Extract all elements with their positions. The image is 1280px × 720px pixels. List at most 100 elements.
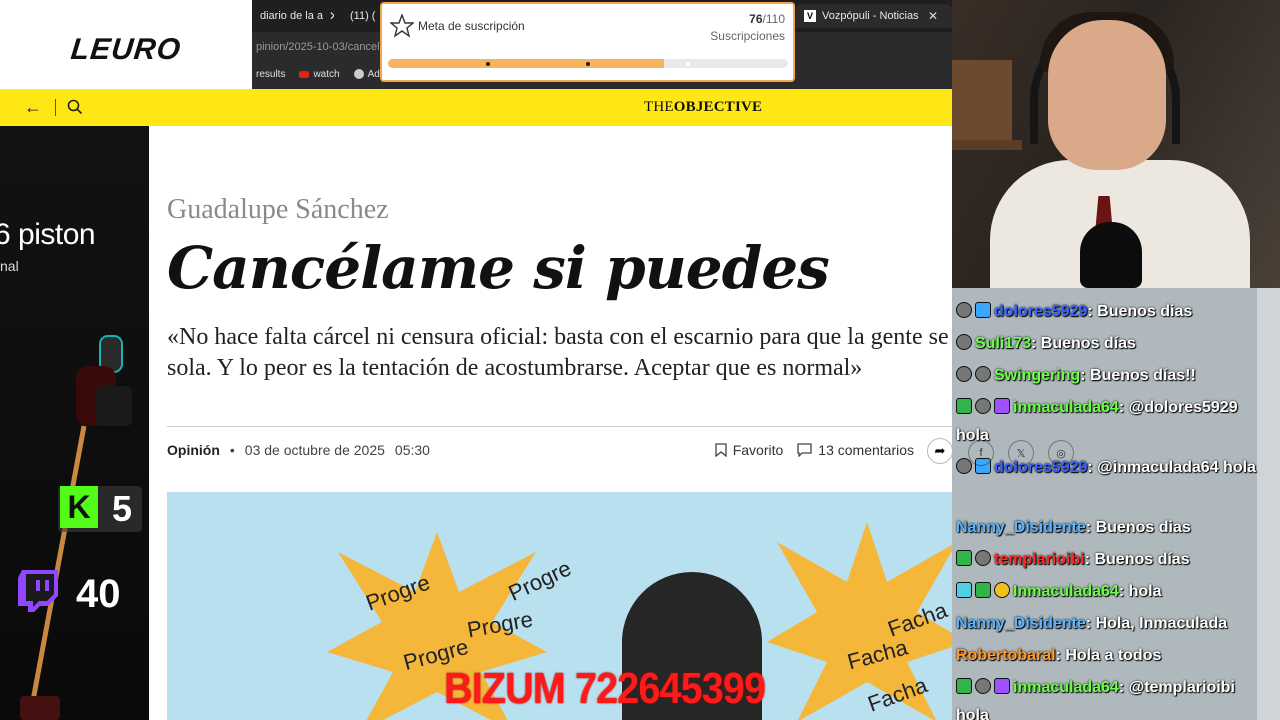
chat-text: : Buenos dias bbox=[1087, 303, 1193, 320]
comments-label: 13 comentarios bbox=[818, 442, 914, 458]
kick-icon: K bbox=[60, 486, 98, 528]
chat-message: Nanny_Disidente: Buenos dias bbox=[956, 514, 1266, 542]
ad-sub-text: nal bbox=[0, 258, 19, 274]
chat-username[interactable]: Nanny_Disidente bbox=[956, 519, 1086, 536]
chat-text: : Buenos días bbox=[1031, 335, 1136, 352]
youtube-icon bbox=[299, 70, 310, 78]
tab-label: (11) ( bbox=[350, 10, 376, 22]
meta-bullet: • bbox=[229, 442, 235, 458]
bookmark-label: watch bbox=[313, 68, 340, 80]
gold-badge-icon bbox=[994, 582, 1010, 598]
goal-milestone-marker bbox=[486, 62, 490, 66]
favorite-label: Favorito bbox=[732, 442, 784, 458]
search-icon[interactable] bbox=[66, 98, 84, 116]
sub-badge-icon bbox=[975, 398, 991, 414]
chat-text: : hola bbox=[1118, 583, 1162, 600]
sub-badge-icon bbox=[956, 334, 972, 350]
facebook-icon[interactable]: f bbox=[968, 440, 994, 466]
share-social-buttons: f 𝕏 ◎ bbox=[968, 440, 1074, 466]
chat-text: : Hola, Inmaculada bbox=[1085, 615, 1228, 632]
back-arrow-icon[interactable]: ← bbox=[24, 97, 42, 118]
article-headline: Cancélame si puedes bbox=[167, 234, 830, 302]
article-date: 03 de octubre de 2025 bbox=[244, 442, 385, 458]
chat-message: Suli173: Buenos días bbox=[956, 330, 1266, 358]
goal-milestone-marker bbox=[686, 62, 690, 66]
chat-text: : Buenos dias bbox=[1085, 519, 1191, 536]
stream-screen: diario de la a ✕ (11) ( V Vozpópuli - No… bbox=[0, 0, 1280, 720]
chat-message: Robertobaral: Hola a todos bbox=[956, 642, 1266, 670]
purple-badge-icon bbox=[994, 678, 1010, 694]
goal-current: 76 bbox=[749, 12, 763, 26]
chat-message: inmaculada64: @templarioibi hola bbox=[956, 674, 1266, 720]
chat-username[interactable]: dolores5929 bbox=[994, 303, 1087, 320]
chat-text: : Buenos días!! bbox=[1080, 367, 1196, 384]
chat-username[interactable]: Swingering bbox=[994, 367, 1080, 384]
chat-message: Swingering: Buenos días!! bbox=[956, 362, 1266, 390]
chat-username[interactable]: Inmaculada64 bbox=[1013, 583, 1119, 600]
sub-badge-icon bbox=[975, 550, 991, 566]
channel-logo-text: LEURO bbox=[69, 33, 183, 66]
chat-message: Nanny_Disidente: Hola, Inmaculada bbox=[956, 610, 1266, 638]
sub-badge-icon bbox=[975, 366, 991, 382]
brand-bold: OBJECTIVE bbox=[673, 99, 763, 115]
chat-username[interactable]: Robertobaral bbox=[956, 647, 1056, 664]
microphone bbox=[1080, 222, 1142, 288]
article-section[interactable]: Opinión bbox=[167, 442, 220, 458]
brand-prefix: THE bbox=[644, 99, 674, 115]
mod-badge-icon bbox=[956, 398, 972, 414]
close-tab-icon[interactable]: ✕ bbox=[928, 9, 938, 23]
channel-logo: LEURO bbox=[0, 0, 252, 100]
left-ad-banner[interactable]: 6 piston nal K 5 40 bbox=[0, 126, 149, 720]
chat-text: : Hola a todos bbox=[1055, 647, 1162, 664]
twitch-icon bbox=[18, 570, 58, 612]
bookmark-item[interactable]: results bbox=[256, 69, 285, 80]
browser-tab-active[interactable]: V Vozpópuli - Noticias de ú ✕ bbox=[796, 4, 952, 28]
article-time: 05:30 bbox=[394, 442, 430, 458]
mod-badge-icon bbox=[956, 678, 972, 694]
chat-username[interactable]: inmaculada64 bbox=[1013, 399, 1119, 416]
bookmark-label: results bbox=[256, 68, 286, 80]
tab-label: diario de la a bbox=[260, 10, 323, 22]
adobe-icon bbox=[353, 69, 364, 79]
ad-brand-text: 6 piston bbox=[0, 218, 96, 251]
favorite-button[interactable]: Favorito bbox=[715, 442, 784, 458]
chat-text: : @inmaculada64 hola bbox=[1087, 459, 1256, 476]
mod-badge-icon bbox=[975, 582, 991, 598]
chat-username[interactable]: templarioibi bbox=[994, 551, 1085, 568]
x-icon[interactable]: 𝕏 bbox=[1008, 440, 1034, 466]
chat-overlay: dolores5929: Buenos dias Suli173: Buenos … bbox=[952, 288, 1280, 720]
article-actions: Favorito 13 comentarios bbox=[715, 442, 914, 458]
whatsapp-icon[interactable]: ◎ bbox=[1048, 440, 1074, 466]
comment-icon bbox=[797, 443, 812, 457]
chat-text: : Buenos días bbox=[1084, 551, 1190, 568]
sub-badge-icon bbox=[975, 678, 991, 694]
site-brand-logo[interactable]: THEOBJECTIVE bbox=[644, 99, 762, 116]
close-tab-icon[interactable]: ✕ bbox=[329, 9, 334, 23]
bizum-donation-overlay: BIZUM 722645399 bbox=[444, 664, 766, 713]
article-page: Guadalupe Sánchez Cancélame si puedes «N… bbox=[149, 126, 952, 720]
goal-unit: Suscripciones bbox=[710, 29, 785, 43]
purple-badge-icon bbox=[994, 398, 1010, 414]
bookmark-item[interactable]: watch bbox=[299, 68, 340, 80]
browser-tab[interactable]: diario de la a ✕ bbox=[252, 4, 334, 28]
goal-milestone-marker bbox=[586, 62, 590, 66]
bookshelf bbox=[952, 60, 1012, 140]
share-button[interactable]: ➦ bbox=[927, 438, 952, 464]
chat-username[interactable]: Nanny_Disidente bbox=[956, 615, 1086, 632]
comments-button[interactable]: 13 comentarios bbox=[797, 442, 914, 458]
chat-username[interactable]: Suli173 bbox=[975, 335, 1031, 352]
article-standfirst: «No hace falta cárcel ni censura oficial… bbox=[167, 324, 952, 381]
article-divider bbox=[167, 426, 952, 427]
chat-username[interactable]: inmaculada64 bbox=[1013, 679, 1119, 696]
article-author[interactable]: Guadalupe Sánchez bbox=[167, 194, 389, 226]
subscription-goal-widget: Meta de suscripción 76/110 Suscripciones bbox=[380, 2, 795, 82]
vozpopuli-favicon-icon: V bbox=[804, 10, 816, 22]
streamer-face bbox=[1048, 20, 1166, 170]
chat-message: templarioibi: Buenos días bbox=[956, 546, 1266, 574]
star-badge-icon bbox=[390, 14, 414, 38]
twitch-count: 40 bbox=[76, 572, 121, 616]
bookmark-icon bbox=[715, 443, 727, 457]
sub-badge-icon bbox=[956, 302, 972, 318]
browser-tab[interactable]: (11) ( bbox=[336, 4, 376, 28]
chat-message: Inmaculada64: hola bbox=[956, 578, 1266, 606]
